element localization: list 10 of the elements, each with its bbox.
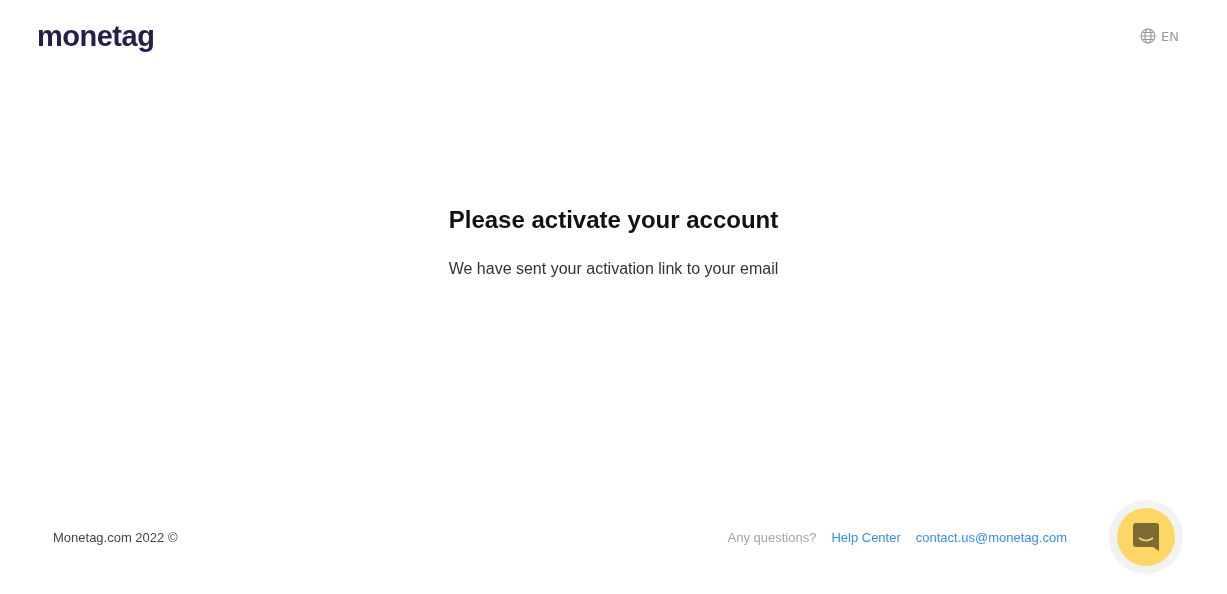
message-text: We have sent your activation link to your email: [448, 260, 779, 278]
page-title: Please activate your account: [448, 206, 779, 234]
language-selector[interactable]: EN: [1161, 28, 1179, 44]
questions-text: Any questions?: [727, 529, 817, 545]
chat-icon: [1133, 523, 1159, 551]
globe-icon: [1140, 28, 1157, 44]
help-link[interactable]: Help Center: [831, 529, 901, 545]
email-link[interactable]: contact.us@monetag.com: [915, 529, 1067, 545]
copyright-text: Monetag.com 2022 ©: [53, 529, 178, 545]
logo: monetag: [37, 19, 155, 53]
